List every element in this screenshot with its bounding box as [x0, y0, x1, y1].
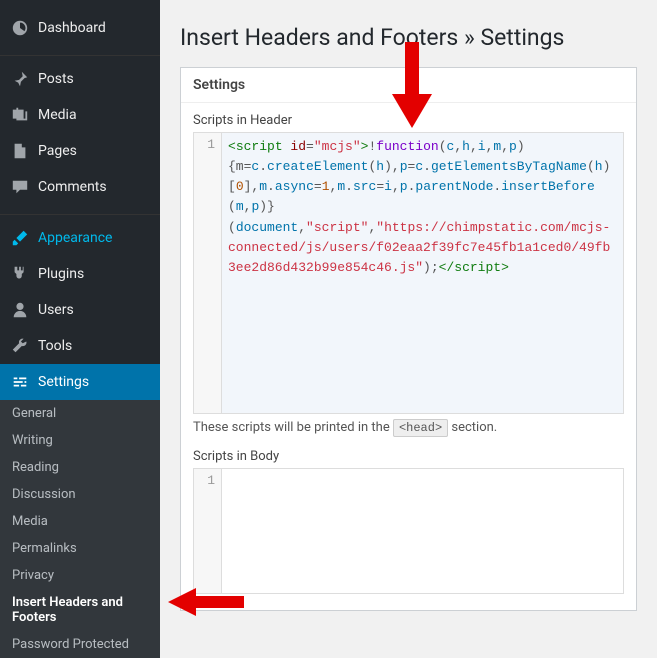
sidebar-subitem-password-protected[interactable]: Password Protected [0, 631, 160, 658]
settings-body: Scripts in Header 1 <script id="mcjs">!f… [181, 103, 636, 610]
header-scripts-code[interactable]: <script id="mcjs">!function(c,h,i,m,p){m… [222, 133, 623, 413]
sidebar-subitem-discussion[interactable]: Discussion [0, 481, 160, 508]
body-scripts-editor[interactable]: 1 [193, 468, 624, 594]
sidebar-item-label: Media [38, 107, 77, 123]
brush-icon [10, 228, 30, 248]
sidebar-item-dashboard[interactable]: Dashboard [0, 10, 160, 46]
sidebar-item-tools[interactable]: Tools [0, 328, 160, 364]
pin-icon [10, 69, 30, 89]
sliders-icon [10, 372, 30, 392]
sidebar-subitem-general[interactable]: General [0, 400, 160, 427]
sidebar-item-label: Appearance [38, 230, 112, 246]
editor-gutter: 1 [194, 469, 222, 593]
media-icon [10, 105, 30, 125]
sidebar-separator [0, 51, 160, 56]
sidebar-item-label: Users [38, 302, 74, 318]
sidebar-item-users[interactable]: Users [0, 292, 160, 328]
sidebar-item-comments[interactable]: Comments [0, 169, 160, 205]
sidebar-subitem-writing[interactable]: Writing [0, 427, 160, 454]
wrench-icon [10, 336, 30, 356]
editor-gutter: 1 [194, 133, 222, 413]
sidebar-item-label: Comments [38, 179, 107, 195]
user-icon [10, 300, 30, 320]
plug-icon [10, 264, 30, 284]
sidebar-item-pages[interactable]: Pages [0, 133, 160, 169]
body-scripts-label: Scripts in Body [193, 449, 624, 464]
body-scripts-code[interactable] [222, 469, 623, 593]
annotation-arrow-left-icon [168, 588, 244, 616]
sidebar-item-posts[interactable]: Posts [0, 61, 160, 97]
sidebar-item-label: Settings [38, 374, 89, 390]
sidebar-item-label: Dashboard [38, 20, 106, 36]
annotation-arrow-down-icon [392, 42, 432, 128]
sidebar-item-label: Posts [38, 71, 74, 87]
sidebar-item-label: Pages [38, 143, 77, 159]
sidebar-item-label: Plugins [38, 266, 84, 282]
sidebar-separator [0, 210, 160, 215]
sidebar-subitem-media[interactable]: Media [0, 508, 160, 535]
header-scripts-editor[interactable]: 1 <script id="mcjs">!function(c,h,i,m,p)… [193, 132, 624, 414]
sidebar-subitem-reading[interactable]: Reading [0, 454, 160, 481]
sidebar-item-settings[interactable]: Settings [0, 364, 160, 400]
sidebar-subitem-insert-headers-footers[interactable]: Insert Headers and Footers [0, 589, 160, 631]
sidebar-item-label: Tools [38, 338, 72, 354]
sidebar-item-appearance[interactable]: Appearance [0, 220, 160, 256]
admin-sidebar: Dashboard Posts Media Pages Comments App… [0, 0, 160, 651]
page-icon [10, 141, 30, 161]
settings-panel: Settings Scripts in Header 1 <script id=… [180, 67, 637, 611]
dashboard-icon [10, 18, 30, 38]
sidebar-subitem-permalinks[interactable]: Permalinks [0, 535, 160, 562]
header-scripts-description: These scripts will be printed in the <he… [193, 420, 624, 435]
sidebar-item-media[interactable]: Media [0, 97, 160, 133]
sidebar-subitem-privacy[interactable]: Privacy [0, 562, 160, 589]
comment-icon [10, 177, 30, 197]
sidebar-item-plugins[interactable]: Plugins [0, 256, 160, 292]
